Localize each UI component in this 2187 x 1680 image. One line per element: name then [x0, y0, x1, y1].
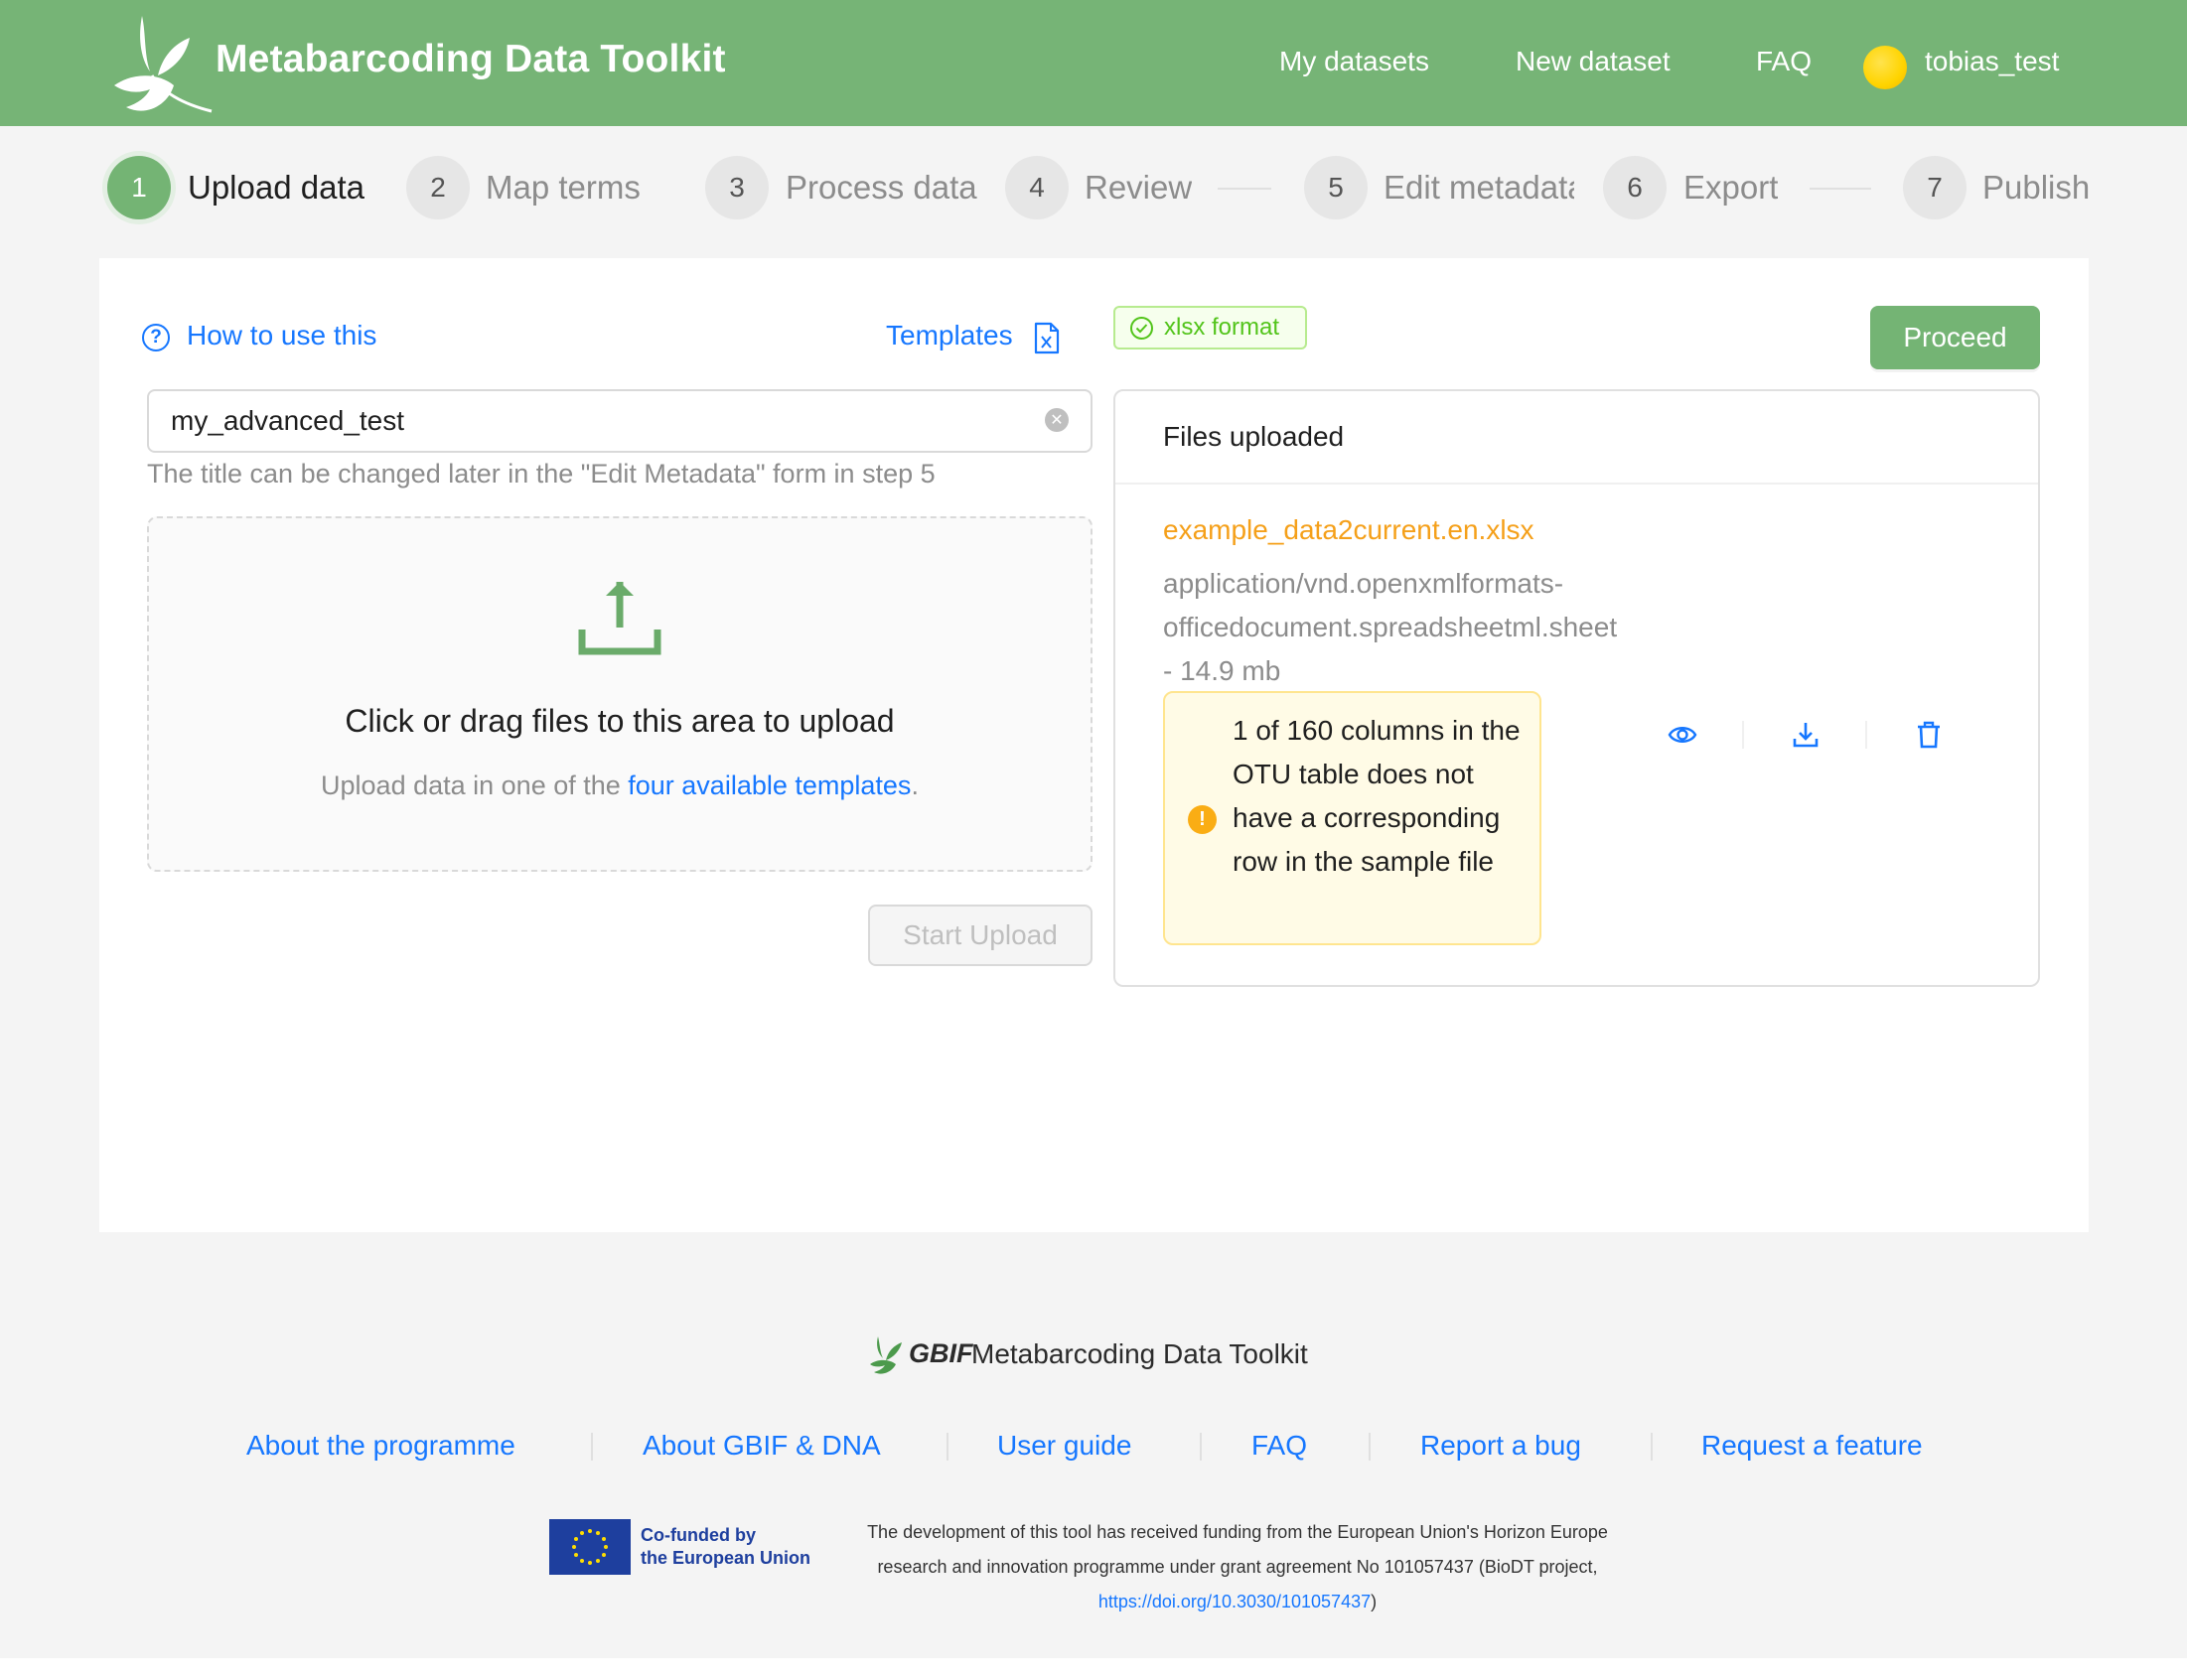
excel-file-icon[interactable] — [1034, 322, 1060, 354]
format-tag-label: xlsx format — [1164, 314, 1280, 341]
divider — [947, 1433, 948, 1461]
exclamation-circle-icon: ! — [1188, 805, 1217, 834]
gbif-wordmark: GBIF — [909, 1338, 973, 1368]
footer-link-request-feature[interactable]: Request a feature — [1701, 1430, 1923, 1462]
step-1-label: Upload data — [188, 169, 364, 206]
format-tag: xlsx format — [1113, 306, 1307, 350]
files-uploaded-heading: Files uploaded — [1163, 421, 1345, 452]
upload-dropzone[interactable] — [147, 516, 1093, 872]
question-circle-icon[interactable]: ? — [142, 324, 170, 351]
step-5-indicator[interactable]: 5 — [1304, 156, 1368, 219]
nav-new-dataset[interactable]: New dataset — [1516, 46, 1671, 77]
step-2-label[interactable]: Map terms — [486, 169, 641, 207]
doi-link[interactable]: https://doi.org/10.3030/101057437 — [1098, 1592, 1371, 1611]
leaf-logo-icon[interactable] — [112, 14, 214, 113]
footer-link-about-programme[interactable]: About the programme — [246, 1430, 515, 1462]
step-1-indicator: 1 — [107, 156, 171, 219]
step-4-label[interactable]: Review — [1085, 169, 1192, 207]
download-icon[interactable] — [1790, 719, 1822, 751]
divider — [591, 1433, 593, 1461]
funding-statement: The development of this tool has receive… — [867, 1522, 1608, 1611]
dataset-title-input[interactable] — [171, 391, 1045, 451]
eu-flag-icon — [549, 1519, 631, 1575]
dataset-title-field[interactable]: ✕ — [147, 389, 1093, 453]
avatar[interactable] — [1863, 46, 1907, 89]
step-3-label[interactable]: Process data — [786, 169, 977, 207]
divider — [1865, 721, 1867, 749]
how-to-use-link[interactable]: How to use this — [187, 320, 376, 351]
title-hint: The title can be changed later in the "E… — [147, 459, 936, 489]
footer-link-user-guide[interactable]: User guide — [997, 1430, 1131, 1462]
app-title[interactable]: Metabarcoding Data Toolkit — [216, 38, 726, 81]
step-connector — [1218, 188, 1271, 190]
templates-inline-link[interactable]: four available templates — [628, 770, 911, 800]
step-3-indicator[interactable]: 3 — [705, 156, 769, 219]
start-upload-button[interactable]: Start Upload — [868, 905, 1093, 966]
templates-link[interactable]: Templates — [886, 320, 1013, 351]
delete-icon[interactable] — [1913, 719, 1945, 751]
user-menu[interactable]: tobias_test — [1925, 46, 2059, 77]
nav-faq[interactable]: FAQ — [1756, 46, 1812, 77]
step-4-indicator[interactable]: 4 — [1005, 156, 1069, 219]
proceed-button[interactable]: Proceed — [1870, 306, 2040, 369]
footer-title: Metabarcoding Data Toolkit — [971, 1338, 1308, 1369]
dropzone-subtitle: Upload data in one of the four available… — [321, 770, 919, 800]
upload-icon — [578, 582, 661, 655]
step-connector — [1810, 188, 1871, 190]
nav-my-datasets[interactable]: My datasets — [1279, 46, 1429, 77]
check-circle-icon — [1130, 316, 1153, 340]
step-6-indicator[interactable]: 6 — [1603, 156, 1667, 219]
file-meta: application/vnd.openxmlformats- officedo… — [1163, 568, 1618, 686]
eu-cofunded-label: Co-funded by the European Union — [641, 1525, 810, 1568]
divider — [1651, 1433, 1653, 1461]
gbif-leaf-icon — [870, 1336, 902, 1374]
warning-message: 1 of 160 columns in the OTU table does n… — [1233, 715, 1521, 877]
footer-link-report-bug[interactable]: Report a bug — [1420, 1430, 1581, 1462]
footer-link-faq[interactable]: FAQ — [1251, 1430, 1307, 1462]
step-7-label[interactable]: Publish — [1982, 169, 2090, 207]
step-5-label[interactable]: Edit metadata — [1384, 169, 1574, 207]
step-7-indicator[interactable]: 7 — [1903, 156, 1967, 219]
eye-icon[interactable] — [1667, 719, 1698, 751]
step-2-indicator[interactable]: 2 — [406, 156, 470, 219]
step-6-label[interactable]: Export — [1683, 169, 1778, 207]
divider — [1369, 1433, 1371, 1461]
footer-link-about-gbif-dna[interactable]: About GBIF & DNA — [643, 1430, 881, 1462]
clear-icon[interactable]: ✕ — [1045, 408, 1069, 432]
divider — [1742, 721, 1744, 749]
page-bottom — [0, 1658, 2187, 1680]
divider — [1115, 483, 2038, 485]
divider — [1200, 1433, 1202, 1461]
file-name: example_data2current.en.xlsx — [1163, 514, 1534, 545]
dropzone-title: Click or drag files to this area to uplo… — [345, 703, 895, 739]
